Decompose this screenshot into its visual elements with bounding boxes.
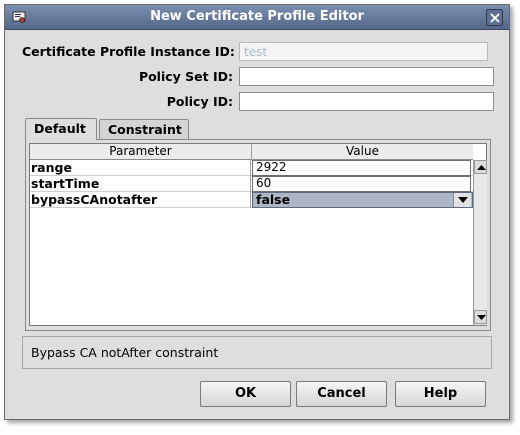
- scroll-up-button[interactable]: [474, 160, 487, 174]
- instance-id-field: [239, 42, 488, 61]
- table-header: Parameter Value: [30, 144, 473, 160]
- value-cell-dropdown[interactable]: false: [252, 192, 473, 208]
- help-button[interactable]: Help: [395, 381, 486, 407]
- column-header-parameter[interactable]: Parameter: [30, 144, 252, 160]
- window-title: New Certificate Profile Editor: [150, 9, 364, 24]
- dropdown-button[interactable]: [453, 193, 471, 207]
- description-box: Bypass CA notAfter constraint: [22, 336, 492, 369]
- instance-id-label: Certificate Profile Instance ID:: [22, 44, 235, 59]
- table-row[interactable]: range 2922: [30, 160, 473, 176]
- value-cell-input[interactable]: 60: [252, 176, 471, 192]
- vertical-scrollbar[interactable]: [473, 160, 487, 325]
- chevron-down-icon: [458, 197, 468, 203]
- policy-id-input[interactable]: [239, 92, 494, 111]
- parameter-cell: startTime: [30, 176, 251, 192]
- close-button[interactable]: [486, 9, 503, 26]
- scroll-down-button[interactable]: [474, 310, 487, 324]
- policy-id-label: Policy ID:: [166, 94, 233, 109]
- arrow-up-icon: [477, 165, 486, 170]
- policy-set-id-label: Policy Set ID:: [138, 69, 233, 84]
- column-header-value[interactable]: Value: [252, 144, 473, 160]
- table-row[interactable]: bypassCAnotafter false: [30, 192, 473, 208]
- title-bar[interactable]: New Certificate Profile Editor: [5, 5, 509, 30]
- description-text: Bypass CA notAfter constraint: [31, 345, 219, 360]
- certificate-profile-editor-dialog: New Certificate Profile Editor Certifica…: [4, 4, 510, 420]
- tab-panel-default: Parameter Value range 2922 startTime 60 …: [25, 139, 491, 331]
- policy-set-id-input[interactable]: [239, 67, 494, 86]
- dropdown-selected-value: false: [256, 192, 291, 207]
- parameter-cell: bypassCAnotafter: [30, 192, 251, 208]
- ok-button[interactable]: OK: [200, 381, 291, 407]
- parameters-table: Parameter Value range 2922 startTime 60 …: [29, 143, 487, 326]
- tab-constraint[interactable]: Constraint: [99, 119, 189, 140]
- close-icon: [490, 13, 500, 23]
- cancel-button[interactable]: Cancel: [296, 381, 387, 407]
- table-row[interactable]: startTime 60: [30, 176, 473, 192]
- parameter-cell: range: [30, 160, 251, 176]
- value-cell-input[interactable]: 2922: [252, 160, 471, 176]
- tab-default[interactable]: Default: [25, 118, 97, 140]
- arrow-down-icon: [477, 315, 486, 320]
